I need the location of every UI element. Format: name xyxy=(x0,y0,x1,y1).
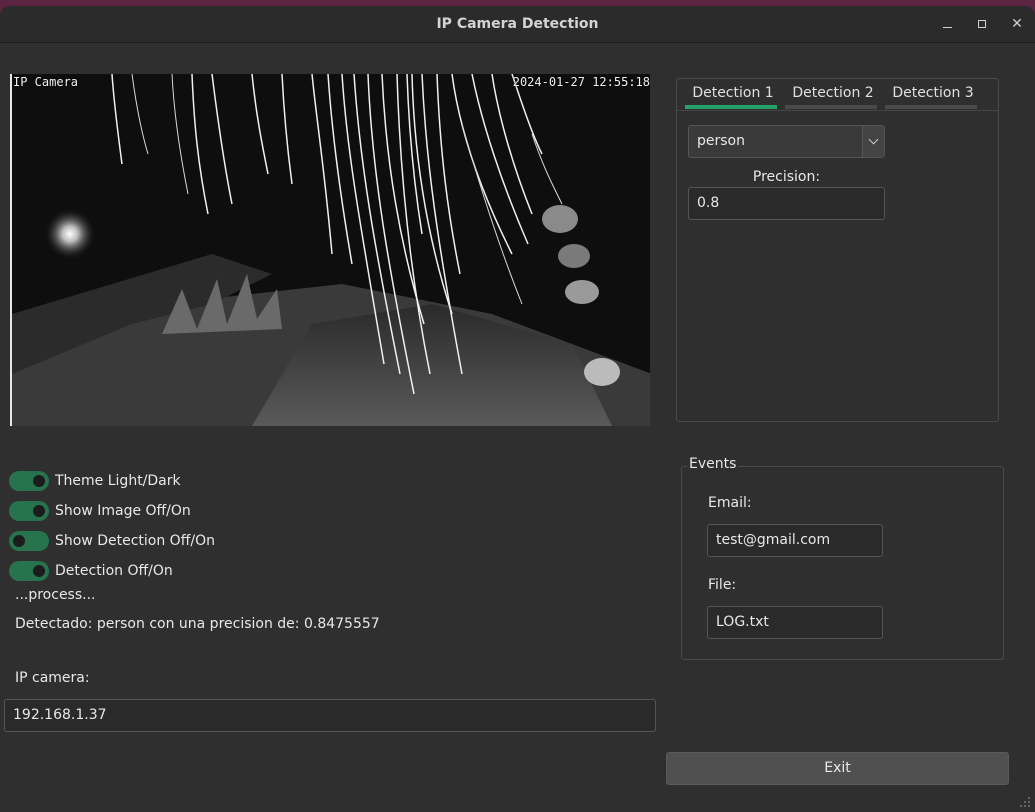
theme-switch[interactable] xyxy=(9,471,49,491)
tab-detection-2[interactable]: Detection 2 xyxy=(783,83,883,109)
show-detection-switch-label: Show Detection Off/On xyxy=(55,533,215,549)
email-label: Email: xyxy=(708,495,752,511)
window-title: IP Camera Detection xyxy=(436,16,599,32)
toggle-show-image: Show Image Off/On xyxy=(9,500,191,522)
detection-switch-label: Detection Off/On xyxy=(55,563,173,579)
ip-camera-label: IP camera: xyxy=(15,670,90,686)
toggle-theme: Theme Light/Dark xyxy=(9,470,181,492)
chevron-down-icon[interactable] xyxy=(862,126,884,157)
maximize-icon[interactable] xyxy=(971,13,993,35)
tab-bar: Detection 1 Detection 2 Detection 3 xyxy=(683,83,983,109)
show-detection-switch[interactable] xyxy=(9,531,49,551)
detection-result: Detectado: person con una precision de: … xyxy=(15,616,380,632)
close-icon[interactable]: ✕ xyxy=(1006,13,1028,35)
title-bar[interactable]: IP Camera Detection ✕ xyxy=(0,6,1035,43)
app-window: IP Camera Detection ✕ IP Camera 2024-01-… xyxy=(0,6,1035,812)
tab-divider xyxy=(677,110,998,111)
file-label: File: xyxy=(708,577,737,593)
camera-overlay-name: IP Camera xyxy=(13,75,79,89)
detection-tabs-panel: Detection 1 Detection 2 Detection 3 pers… xyxy=(676,78,999,422)
tab-detection-3[interactable]: Detection 3 xyxy=(883,83,983,109)
ip-camera-input[interactable]: 192.168.1.37 xyxy=(4,699,656,732)
precision-label: Precision: xyxy=(752,169,821,185)
class-select-value: person xyxy=(697,133,745,149)
camera-overlay-timestamp: 2024-01-27 12:55:18 xyxy=(512,75,650,89)
process-status: ...process... xyxy=(15,587,96,603)
toggle-show-detection: Show Detection Off/On xyxy=(9,530,215,552)
toggle-detection: Detection Off/On xyxy=(9,560,173,582)
show-image-switch[interactable] xyxy=(9,501,49,521)
minimize-icon[interactable] xyxy=(936,13,958,35)
resize-grip-icon[interactable] xyxy=(1019,796,1031,808)
file-input[interactable]: LOG.txt xyxy=(707,606,883,639)
show-image-switch-label: Show Image Off/On xyxy=(55,503,191,519)
precision-input[interactable]: 0.8 xyxy=(688,187,885,220)
camera-feed: IP Camera 2024-01-27 12:55:18 xyxy=(10,74,650,426)
events-title: Events xyxy=(687,456,739,472)
email-input[interactable]: test@gmail.com xyxy=(707,524,883,557)
tab-detection-1[interactable]: Detection 1 xyxy=(683,83,783,109)
theme-switch-label: Theme Light/Dark xyxy=(55,473,181,489)
class-select[interactable]: person xyxy=(688,125,885,158)
exit-button[interactable]: Exit xyxy=(666,752,1009,785)
detection-switch[interactable] xyxy=(9,561,49,581)
camera-image xyxy=(12,74,650,426)
